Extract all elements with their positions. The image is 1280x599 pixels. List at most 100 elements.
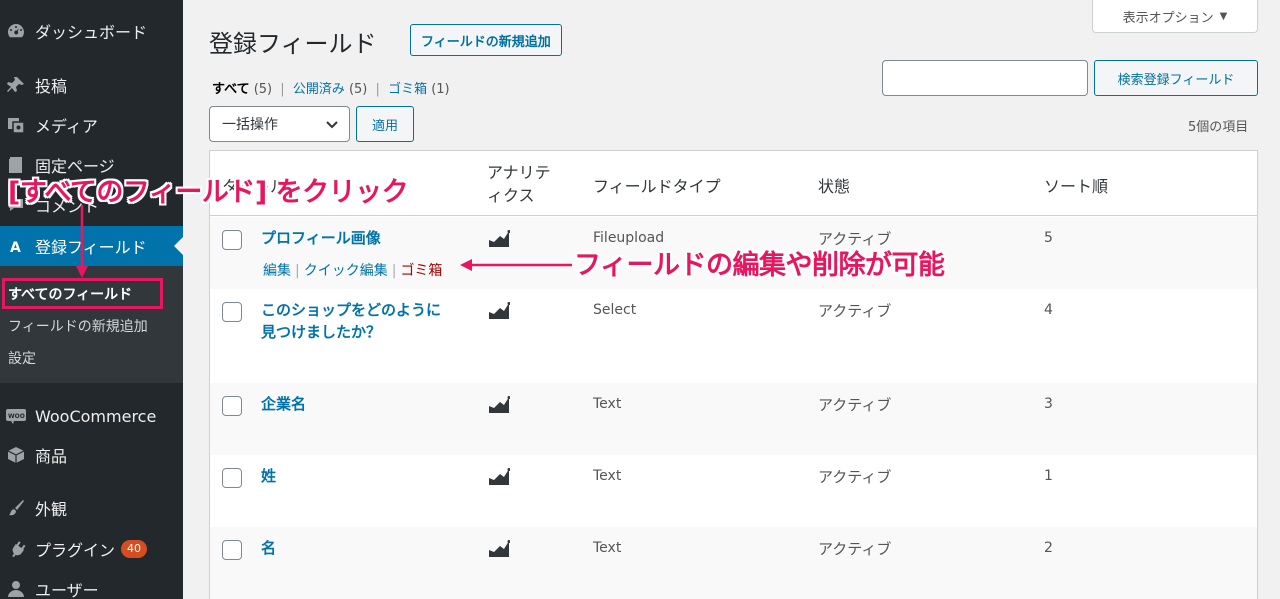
column-field-type: フィールドタイプ (593, 177, 721, 196)
field-type: Text (593, 540, 622, 556)
field-title-link[interactable]: プロフィール画像 (261, 227, 381, 249)
column-analytics-line2: ィクス (487, 186, 535, 205)
media-icon (0, 115, 32, 135)
sidebar-item-label: 商品 (35, 447, 68, 466)
sidebar-item-label: プラグイン (35, 541, 116, 560)
row-action-separator: | (295, 263, 300, 279)
analytics-chart-icon[interactable] (488, 468, 510, 486)
view-separator: | (375, 82, 380, 97)
column-status: 状態 (818, 177, 851, 196)
row-checkbox[interactable] (222, 468, 242, 488)
svg-text:WOO: WOO (8, 413, 25, 420)
column-analytics: アナリテ ィクス (487, 161, 551, 207)
view-separator: | (280, 82, 285, 97)
brush-icon (0, 498, 32, 518)
trash-link[interactable]: ゴミ箱 (400, 263, 442, 279)
analytics-chart-icon[interactable] (488, 302, 510, 320)
view-published[interactable]: 公開済み (293, 82, 345, 97)
field-status: アクティブ (818, 540, 892, 558)
column-analytics-line1: アナリテ (487, 163, 551, 182)
sidebar-item-plugins[interactable]: プラグイン 40 (0, 529, 183, 569)
user-icon (0, 579, 32, 599)
submenu-item-settings[interactable]: 設定 (8, 348, 36, 368)
analytics-chart-icon[interactable] (488, 230, 510, 248)
annotation-highlight-box (2, 278, 163, 309)
annotation-edit-or-delete: フィールドの編集や削除が可能 (574, 250, 945, 281)
field-type: Select (593, 302, 637, 318)
fields-table: タイトル アナリテ ィクス フィールドタイプ 状態 ソート順 プロフィール画像 … (209, 150, 1258, 599)
screen-options-toggle[interactable]: 表示オプション ▼ (1092, 0, 1258, 33)
bulk-actions-selected: 一括操作 (222, 117, 278, 133)
registration-fields-icon: A (0, 236, 32, 256)
sidebar-item-label: ダッシュボード (35, 23, 148, 42)
woocommerce-icon: WOO (0, 408, 32, 424)
sidebar-item-dashboard[interactable]: ダッシュボード (0, 11, 183, 51)
svg-text:A: A (10, 240, 21, 256)
sidebar-item-label: 外観 (35, 500, 68, 519)
field-title-link[interactable]: 名 (261, 537, 276, 559)
sidebar-item-label: メディア (35, 117, 98, 136)
table-row: このショップをどのように 見つけましたか？ Select アクティブ 4 (210, 289, 1257, 383)
apply-button[interactable]: 適用 (356, 106, 414, 142)
plugin-update-count-badge: 40 (121, 540, 148, 558)
sidebar-item-appearance[interactable]: 外観 (0, 488, 183, 528)
field-title-link[interactable]: 姓 (261, 465, 276, 487)
view-all[interactable]: すべて (212, 82, 250, 97)
sidebar-item-woocommerce[interactable]: WOO WooCommerce (0, 396, 183, 436)
view-trash-count: (1) (431, 82, 450, 97)
sidebar-item-users[interactable]: ユーザー (0, 569, 183, 599)
table-row: 企業名 Text アクティブ 3 (210, 383, 1257, 455)
caret-down-icon: ▼ (1219, 10, 1228, 22)
field-sort-order: 4 (1044, 302, 1053, 318)
view-all-count: (5) (253, 82, 273, 97)
bulk-actions-select[interactable]: 一括操作 (209, 106, 350, 142)
field-type: Text (593, 396, 622, 412)
row-actions: 編集 | クイック編集 | ゴミ箱 (263, 260, 442, 280)
row-checkbox[interactable] (222, 396, 242, 416)
field-status: アクティブ (818, 396, 892, 414)
submenu-item-add-new-field[interactable]: フィールドの新規追加 (8, 316, 148, 336)
chevron-down-icon (325, 117, 339, 135)
sidebar-item-label: 登録フィールド (35, 238, 147, 257)
plugin-icon (0, 539, 32, 559)
view-published-count: (5) (348, 82, 368, 97)
field-sort-order: 2 (1044, 540, 1053, 556)
field-title-link[interactable]: このショップをどのように 見つけましたか？ (261, 299, 441, 343)
search-fields-button[interactable]: 検索登録フィールド (1094, 60, 1258, 96)
table-row: 名 Text アクティブ 2 (210, 527, 1257, 599)
items-count: 5個の項目 (1188, 120, 1249, 135)
view-trash[interactable]: ゴミ箱 (388, 82, 427, 97)
box-icon (0, 445, 32, 465)
dashboard-icon (0, 21, 32, 41)
edit-link[interactable]: 編集 (263, 263, 291, 279)
field-status: アクティブ (818, 302, 892, 320)
sidebar-item-label: 投稿 (35, 77, 68, 96)
analytics-chart-icon[interactable] (488, 540, 510, 558)
field-type: Text (593, 468, 622, 484)
row-checkbox[interactable] (222, 230, 242, 250)
pin-icon (0, 75, 32, 95)
sidebar-item-products[interactable]: 商品 (0, 435, 183, 475)
analytics-chart-icon[interactable] (488, 396, 510, 414)
row-action-separator: | (391, 263, 397, 279)
field-title-link[interactable]: 企業名 (261, 393, 306, 415)
field-title-line1: このショップをどのように (261, 301, 442, 319)
sidebar-item-label: ユーザー (35, 581, 99, 599)
table-row: 姓 Text アクティブ 1 (210, 455, 1257, 527)
annotation-click-all-fields: [すべてのフィールド] をクリック (8, 177, 409, 208)
row-checkbox[interactable] (222, 540, 242, 560)
sidebar-item-posts[interactable]: 投稿 (0, 65, 183, 105)
field-title-line2: 見つけましたか？ (261, 323, 382, 341)
sidebar-item-registration-fields[interactable]: A 登録フィールド (0, 226, 183, 266)
sidebar-item-media[interactable]: メディア (0, 105, 183, 145)
search-input[interactable] (882, 60, 1088, 96)
row-checkbox[interactable] (222, 302, 242, 322)
status-views: すべて (5) | 公開済み (5) | ゴミ箱 (1) (212, 78, 450, 97)
quick-edit-link[interactable]: クイック編集 (304, 263, 388, 279)
sidebar-item-label: WooCommerce (35, 406, 157, 426)
page-title: 登録フィールド (209, 30, 377, 58)
field-sort-order: 5 (1044, 230, 1053, 246)
column-sort-order: ソート順 (1044, 177, 1109, 196)
add-new-field-button[interactable]: フィールドの新規追加 (410, 24, 562, 56)
field-sort-order: 1 (1044, 468, 1053, 484)
